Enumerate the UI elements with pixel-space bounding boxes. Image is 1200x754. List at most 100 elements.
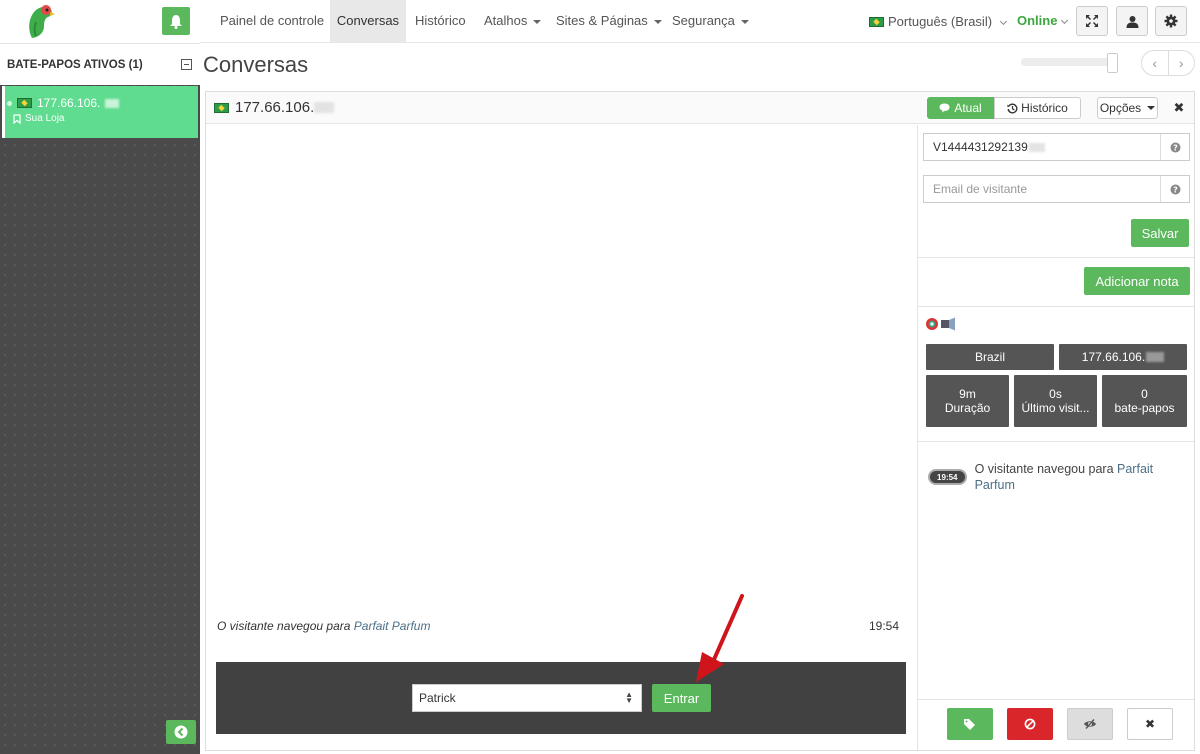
add-note-button[interactable]: Adicionar nota <box>1084 267 1190 295</box>
sidebar-top <box>0 0 200 43</box>
redacted-mask <box>314 102 335 113</box>
email-placeholder: Email de visitante <box>933 182 1028 196</box>
timeline-item: 19:54 O visitante navegou para Parfait P… <box>928 461 1188 493</box>
nav-shortcuts[interactable]: Atalhos <box>484 0 542 43</box>
timeline-text: O visitante navegou para Parfait Parfum <box>975 461 1188 493</box>
options-label: Opções <box>1099 101 1142 115</box>
gear-icon <box>1164 14 1178 28</box>
nav-label: Histórico <box>415 13 466 28</box>
redacted-mask <box>1146 352 1165 362</box>
divider <box>918 257 1194 258</box>
operator-selected: Patrick <box>419 691 456 705</box>
visitor-id-value: V1444431292139 <box>933 140 1028 154</box>
fullscreen-button[interactable] <box>1076 6 1108 36</box>
message-time: 19:54 <box>868 619 899 633</box>
annotation-arrow-icon <box>696 594 744 682</box>
collapse-sidebar-button[interactable] <box>166 720 196 744</box>
nav-label: Sites & Páginas <box>556 13 648 28</box>
save-button[interactable]: Salvar <box>1131 219 1189 247</box>
divider <box>918 441 1194 442</box>
status-selector[interactable]: Online <box>1017 0 1069 43</box>
brazil-flag-icon <box>869 16 884 27</box>
chat-item-site: Sua Loja <box>25 113 65 124</box>
notifications-button[interactable] <box>162 7 190 35</box>
help-icon[interactable]: ? <box>1160 134 1189 160</box>
tab-history-label: Histórico <box>1021 101 1068 115</box>
duration-label: Duração <box>944 401 991 415</box>
caret-down-icon <box>533 19 542 24</box>
chevron-left-icon[interactable]: ‹ <box>1142 51 1169 75</box>
nav-sites-pages[interactable]: Sites & Páginas <box>556 0 662 43</box>
duration-value: 9m <box>959 387 976 401</box>
browser-device-icons <box>926 317 955 331</box>
close-chat-button[interactable]: ✖ <box>1168 97 1190 119</box>
redacted-mask <box>105 98 120 108</box>
visitor-info-panel: V1444431292139 ? Email de visitante ? Sa… <box>917 125 1194 750</box>
chats-count-stat: 0 bate-papos <box>1102 375 1187 427</box>
parrot-logo-icon[interactable] <box>22 2 56 40</box>
bell-icon <box>170 14 182 29</box>
block-button[interactable] <box>1007 708 1053 740</box>
eye-slash-icon <box>1084 719 1096 729</box>
help-icon[interactable]: ? <box>1160 176 1189 202</box>
message-text: O visitante navegou para <box>217 619 354 633</box>
close-icon: ✖ <box>1173 100 1185 115</box>
messages-area: O visitante navegou para Parfait Parfum … <box>206 125 917 653</box>
visitor-id-field[interactable]: V1444431292139 ? <box>923 133 1190 161</box>
language-selector[interactable]: Português (Brasil) <box>869 0 1008 43</box>
chevron-down-icon <box>1061 16 1069 25</box>
svg-text:?: ? <box>1173 185 1178 194</box>
ip-badge: 177.66.106. <box>1059 344 1187 370</box>
caret-down-icon <box>653 19 662 24</box>
chevron-right-icon[interactable]: › <box>1169 51 1195 75</box>
divider <box>918 699 1194 700</box>
user-icon <box>1126 15 1138 28</box>
tags-icon <box>964 719 975 730</box>
active-chat-item[interactable]: 177.66.106. Sua Loja <box>2 86 198 138</box>
select-arrows-icon: ▲ ▼ <box>625 690 633 705</box>
options-dropdown[interactable]: Opções <box>1097 97 1158 119</box>
nav-dashboard[interactable]: Painel de controle <box>220 0 324 43</box>
ban-icon <box>1024 718 1036 730</box>
chat-item-ip: 177.66.106. <box>37 96 101 110</box>
visitor-email-field[interactable]: Email de visitante ? <box>923 175 1190 203</box>
zoom-slider-track[interactable] <box>1021 58 1117 66</box>
close-visitor-button[interactable]: ✖ <box>1127 708 1173 740</box>
last-visit-stat: 0s Último visit... <box>1014 375 1097 427</box>
chats-count-value: 0 <box>1141 387 1148 401</box>
country-value: Brazil <box>974 350 1005 364</box>
active-chats-header: BATE-PAPOS ATIVOS (1) <box>0 43 200 85</box>
chat-title: 177.66.106. <box>214 99 335 116</box>
status-label: Online <box>1017 13 1058 28</box>
zoom-slider-handle[interactable] <box>1107 53 1118 73</box>
expand-icon <box>1086 15 1098 27</box>
brazil-flag-icon <box>214 102 229 113</box>
operator-select[interactable]: Patrick ▲ ▼ <box>412 684 642 712</box>
chat-header: 177.66.106. Atual Histórico Opções ✖ <box>206 92 1194 124</box>
nav-label: Atalhos <box>484 13 528 28</box>
chat-pager: ‹ › <box>1141 50 1195 76</box>
top-navigation: Painel de controle Conversas Histórico A… <box>200 0 1200 43</box>
nav-security[interactable]: Segurança <box>672 0 749 43</box>
join-button[interactable]: Entrar <box>652 684 711 712</box>
user-button[interactable] <box>1116 6 1148 36</box>
tab-history-button[interactable]: Histórico <box>994 97 1081 119</box>
duration-stat: 9m Duração <box>926 375 1009 427</box>
message-link[interactable]: Parfait Parfum <box>354 619 431 633</box>
nav-conversations[interactable]: Conversas <box>330 0 406 43</box>
chevron-down-icon <box>1000 17 1008 26</box>
active-chats-title: BATE-PAPOS ATIVOS (1) <box>7 58 143 71</box>
tag-button[interactable] <box>947 708 993 740</box>
nav-history[interactable]: Histórico <box>415 0 466 43</box>
collapse-icon[interactable] <box>181 59 192 70</box>
hide-button[interactable] <box>1067 708 1113 740</box>
tab-current-button[interactable]: Atual <box>927 97 994 119</box>
nav-label: Painel de controle <box>220 13 325 28</box>
tab-current-label: Atual <box>954 101 982 115</box>
brazil-flag-icon <box>17 98 32 108</box>
nav-label: Conversas <box>336 13 400 28</box>
settings-button[interactable] <box>1155 6 1187 36</box>
country-badge: Brazil <box>926 344 1054 370</box>
join-chat-bar: Patrick ▲ ▼ Entrar <box>216 662 906 734</box>
nav-label: Segurança <box>672 13 735 28</box>
